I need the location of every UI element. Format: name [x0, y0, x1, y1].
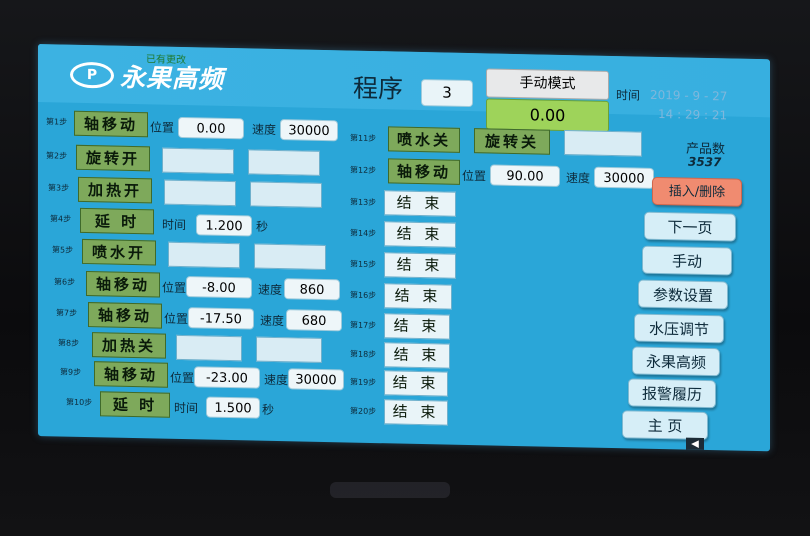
step-action-button[interactable]: 加热关: [92, 332, 166, 359]
position-label: 位置: [150, 120, 175, 135]
step-label: 第3步: [48, 183, 70, 193]
step-label: 第20步: [350, 406, 377, 417]
position-label: 位置: [162, 280, 187, 296]
step-label: 第14步: [350, 228, 377, 239]
water-pressure-button[interactable]: 水压调节: [634, 313, 724, 344]
step-label: 第17步: [350, 320, 377, 331]
alarm-history-button[interactable]: 报警履历: [628, 378, 716, 409]
manual-button[interactable]: 手动: [642, 245, 732, 276]
step-label: 第10步: [66, 397, 93, 408]
next-page-button[interactable]: 下一页: [644, 211, 736, 242]
step-action-button[interactable]: 加热开: [78, 176, 152, 204]
position-field[interactable]: -8.00: [186, 276, 252, 299]
program-label: 程序: [353, 73, 404, 104]
clock-display: 14 : 29 : 21: [658, 106, 728, 123]
step-action-button[interactable]: 轴移动: [388, 158, 460, 185]
step-action-button[interactable]: 结 束: [384, 399, 448, 426]
hmi-screen: P 永果高频 已有更改 程序 3 手动模式 时间 2019 - 9 - 27 1…: [38, 44, 770, 452]
step-label: 第4步: [50, 214, 72, 224]
position-label: 位置: [164, 311, 189, 327]
step-action-button[interactable]: 旋转开: [76, 144, 150, 172]
param-field-empty[interactable]: [564, 130, 642, 157]
home-button[interactable]: 主 页: [622, 410, 708, 441]
param-field-empty[interactable]: [254, 243, 326, 271]
param-field-empty[interactable]: [248, 149, 320, 176]
step-label: 第18步: [350, 349, 377, 360]
step-action-button[interactable]: 结 束: [384, 190, 456, 217]
seconds-label: 秒: [262, 402, 275, 417]
speed-label: 速度: [258, 282, 283, 298]
position-label: 位置: [462, 168, 487, 184]
speed-field[interactable]: 680: [286, 309, 342, 332]
step-label: 第11步: [350, 133, 377, 144]
step-action-button[interactable]: 结 束: [384, 283, 452, 310]
step-label: 第7步: [56, 308, 78, 318]
step-label: 第16步: [350, 290, 377, 301]
step-action-button[interactable]: 结 束: [384, 370, 448, 397]
speed-field[interactable]: 30000: [280, 119, 338, 142]
step-label: 第9步: [60, 367, 82, 377]
step-label: 第15步: [350, 259, 377, 270]
mode-indicator[interactable]: 手动模式: [486, 68, 609, 100]
speed-label: 速度: [252, 122, 277, 137]
bezel-reflection: [330, 482, 450, 498]
step-label: 第1步: [46, 117, 68, 127]
position-field[interactable]: 0.00: [178, 116, 244, 140]
step-action-button[interactable]: 结 束: [384, 313, 450, 340]
seconds-label: 秒: [256, 219, 269, 234]
step-action-button[interactable]: 结 束: [384, 252, 456, 279]
program-number-field[interactable]: 3: [421, 79, 473, 108]
step-action-button[interactable]: 延 时: [80, 207, 154, 235]
back-arrow-icon[interactable]: ◀: [686, 437, 704, 452]
step-action-button[interactable]: 轴移动: [74, 110, 148, 138]
step-action-button[interactable]: 结 束: [384, 221, 456, 248]
params-button[interactable]: 参数设置: [638, 279, 728, 310]
param-field-empty[interactable]: [256, 336, 322, 363]
position-field[interactable]: -17.50: [188, 307, 254, 330]
changed-notice: 已有更改: [146, 54, 186, 67]
step-label: 第12步: [350, 165, 377, 176]
product-count-value: 3537: [688, 154, 722, 170]
param-field-empty[interactable]: [250, 181, 322, 208]
param-field-empty[interactable]: [176, 334, 242, 362]
speed-field[interactable]: 860: [284, 278, 340, 301]
step-label: 第13步: [350, 197, 377, 208]
brand-button[interactable]: 永果高频: [632, 346, 720, 377]
speed-label: 速度: [264, 372, 289, 388]
position-field[interactable]: 90.00: [490, 164, 560, 187]
speed-field[interactable]: 30000: [594, 166, 654, 189]
step-action-button[interactable]: 结 束: [384, 342, 450, 369]
step-action-button[interactable]: 延 时: [100, 391, 170, 418]
insert-delete-button[interactable]: 插入/删除: [652, 176, 742, 207]
date-display: 2019 - 9 - 27: [650, 87, 728, 104]
speed-label: 速度: [566, 171, 591, 186]
time-field[interactable]: 1.500: [206, 396, 260, 419]
param-field-empty[interactable]: [164, 179, 236, 207]
step-label: 第5步: [52, 245, 74, 255]
step-label: 第8步: [58, 338, 80, 348]
step-action-button[interactable]: 喷水开: [82, 238, 156, 266]
step-action-button[interactable]: 轴移动: [88, 302, 162, 329]
logo-mark-icon: P: [70, 61, 114, 89]
speed-label: 速度: [260, 313, 285, 329]
time-label: 时间: [616, 88, 641, 103]
time-field[interactable]: 1.200: [196, 214, 252, 237]
step-action-button[interactable]: 轴移动: [86, 271, 160, 298]
time-param-label: 时间: [162, 217, 187, 233]
step-action-button[interactable]: 喷水关: [388, 126, 460, 153]
step-label: 第6步: [54, 277, 76, 287]
param-field-empty[interactable]: [162, 147, 234, 175]
step-label: 第2步: [46, 151, 68, 161]
param-field-empty[interactable]: [168, 241, 240, 269]
current-value-display: 0.00: [486, 98, 609, 132]
step-action-button[interactable]: 轴移动: [94, 361, 168, 388]
position-label: 位置: [170, 370, 195, 386]
position-field[interactable]: -23.00: [194, 366, 260, 389]
speed-field[interactable]: 30000: [288, 368, 344, 391]
step-label: 第19步: [350, 377, 377, 388]
time-param-label: 时间: [174, 400, 199, 416]
step-action-button[interactable]: 旋转关: [474, 128, 550, 155]
